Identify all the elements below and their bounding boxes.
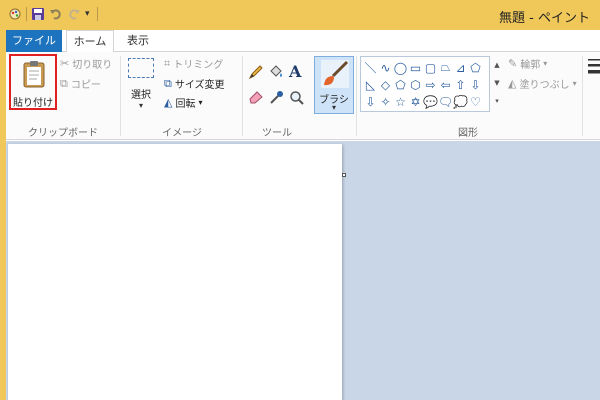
select-dropdown-icon: ▾: [138, 101, 143, 110]
drawing-canvas[interactable]: [8, 144, 342, 400]
scroll-down-icon[interactable]: ▼: [492, 74, 502, 92]
clipboard-group-label: クリップボード: [28, 128, 98, 139]
shape-icon[interactable]: ＼: [363, 59, 378, 76]
shapes-grid: ＼ ∿ ◯ ▭ ▢ ⏢ ⊿ ⬠ ◺ ◇ ⬠ ⬡ ⇨ ⇦ ⇧ ⇩ ⇩ ✧ ☆ ✡ 💬 🗨 💭 ♡: [363, 59, 483, 110]
rotate-button[interactable]: ◭ 回転 ▾: [164, 95, 202, 110]
window-title: 無題 - ペイント: [499, 11, 590, 26]
line-width-icon[interactable]: [588, 58, 600, 79]
group-separator: [356, 56, 357, 136]
redo-icon[interactable]: [67, 7, 81, 21]
shape-icon[interactable]: ☆: [393, 93, 408, 110]
crop-label: トリミング: [173, 60, 224, 71]
shape-icon[interactable]: ✡: [408, 93, 423, 110]
text-icon[interactable]: A: [289, 62, 301, 81]
crop-button[interactable]: ⌗ トリミング: [164, 56, 224, 72]
cut-label: 切り取り: [72, 60, 113, 71]
undo-icon[interactable]: [49, 7, 63, 21]
select-label: 選択: [131, 90, 151, 101]
copy-label: コピー: [70, 80, 101, 91]
copy-icon: ⧉: [60, 76, 68, 90]
brush-button[interactable]: ブラシ ▾: [314, 56, 354, 114]
clipboard-icon: [23, 60, 45, 91]
pencil-icon[interactable]: [248, 64, 264, 83]
crop-icon: ⌗: [164, 56, 171, 70]
save-icon[interactable]: [31, 7, 45, 21]
shapes-group-label: 図形: [458, 128, 478, 139]
select-button[interactable]: 選択 ▾: [124, 56, 158, 112]
paste-button[interactable]: 貼り付け: [9, 54, 57, 110]
resize-label: サイズ変更: [174, 80, 225, 91]
customize-qat-dropdown-icon[interactable]: ▾: [85, 7, 93, 21]
color-picker-icon[interactable]: [268, 90, 284, 109]
shape-icon[interactable]: ♡: [468, 93, 483, 110]
shape-icon[interactable]: ⬡: [408, 76, 423, 93]
canvas-area: [6, 141, 600, 400]
qat-separator: [26, 7, 27, 21]
resize-icon: ⧉: [164, 76, 172, 90]
shape-icon[interactable]: ▭: [408, 59, 423, 76]
outline-label: 輪郭: [520, 60, 541, 71]
tab-view[interactable]: 表示: [116, 30, 160, 52]
fill-button[interactable]: ◭ 塗りつぶし ▾: [508, 76, 577, 91]
shape-icon[interactable]: ⇧: [453, 76, 468, 93]
shape-icon[interactable]: ⏢: [438, 59, 453, 76]
paste-label: 貼り付け: [13, 98, 53, 109]
brush-icon: [321, 60, 349, 91]
rotate-icon: ◭: [164, 96, 173, 109]
outline-button[interactable]: ✎ 輪郭 ▾: [508, 56, 547, 71]
shape-icon[interactable]: 💬: [423, 93, 438, 110]
fill-label: 塗りつぶし: [519, 80, 570, 91]
tab-file[interactable]: ファイル: [6, 30, 62, 52]
paint-app-icon[interactable]: [8, 7, 22, 21]
scissors-icon: ✂: [60, 57, 70, 70]
tools-group-label: ツール: [262, 128, 292, 139]
quick-access-toolbar: ▾: [8, 7, 98, 21]
shape-icon[interactable]: ◺: [363, 76, 378, 93]
eraser-icon[interactable]: [248, 90, 264, 107]
resize-button[interactable]: ⧉ サイズ変更: [164, 76, 225, 92]
shape-icon[interactable]: ⇩: [468, 76, 483, 93]
shapes-gallery-scroll[interactable]: ▲ ▼ ▾: [492, 56, 502, 112]
magnifier-icon[interactable]: [289, 90, 305, 109]
shape-icon[interactable]: ⇨: [423, 76, 438, 93]
ribbon: 貼り付け ✂ 切り取り ⧉ コピー クリップボード 選択 ▾ ⌗ トリミング ⧉…: [6, 52, 600, 140]
shape-icon[interactable]: ▢: [423, 59, 438, 76]
shape-icon[interactable]: ✧: [378, 93, 393, 110]
fill-dropdown-icon: ▾: [572, 79, 577, 88]
outline-icon: ✎: [508, 57, 518, 70]
group-separator: [582, 56, 583, 136]
shape-icon[interactable]: 💭: [453, 93, 468, 110]
rotate-label: 回転: [175, 99, 196, 110]
shape-icon[interactable]: ⇦: [438, 76, 453, 93]
tab-home[interactable]: ホーム: [66, 30, 114, 53]
outline-dropdown-icon: ▾: [543, 59, 548, 68]
ribbon-tabs: ファイル ホーム 表示: [6, 30, 600, 53]
scroll-up-icon[interactable]: ▲: [492, 56, 502, 74]
copy-button[interactable]: ⧉ コピー: [60, 76, 101, 92]
fill-bucket-icon[interactable]: [268, 64, 284, 83]
shapes-gallery[interactable]: ＼ ∿ ◯ ▭ ▢ ⏢ ⊿ ⬠ ◺ ◇ ⬠ ⬡ ⇨ ⇦ ⇧ ⇩ ⇩ ✧ ☆ ✡ 💬 🗨 💭 ♡: [360, 56, 490, 112]
title-bar: ▾ 無題 - ペイント: [6, 0, 600, 30]
shape-icon[interactable]: ∿: [378, 59, 393, 76]
rotate-dropdown-icon: ▾: [198, 98, 203, 107]
shape-icon[interactable]: 🗨: [438, 93, 453, 110]
selection-rectangle-icon: [128, 58, 154, 78]
brush-dropdown-icon: ▾: [331, 103, 336, 112]
shape-icon[interactable]: ⬠: [393, 76, 408, 93]
canvas-resize-handle[interactable]: [342, 173, 346, 177]
shape-icon[interactable]: ⊿: [453, 59, 468, 76]
image-group-label: イメージ: [162, 128, 202, 139]
group-separator: [120, 56, 121, 136]
shape-icon[interactable]: ⇩: [363, 93, 378, 110]
cut-button[interactable]: ✂ 切り取り: [60, 56, 112, 71]
expand-gallery-icon[interactable]: ▾: [492, 92, 502, 110]
group-separator: [242, 56, 243, 136]
qat-separator-2: [97, 7, 98, 21]
fill-icon: ◭: [508, 77, 517, 90]
shape-icon[interactable]: ◇: [378, 76, 393, 93]
shape-icon[interactable]: ◯: [393, 59, 408, 76]
paint-window: ▾ 無題 - ペイント ファイル ホーム 表示 貼り付け ✂ 切り取り ⧉ コピ…: [6, 0, 600, 400]
shape-icon[interactable]: ⬠: [468, 59, 483, 76]
